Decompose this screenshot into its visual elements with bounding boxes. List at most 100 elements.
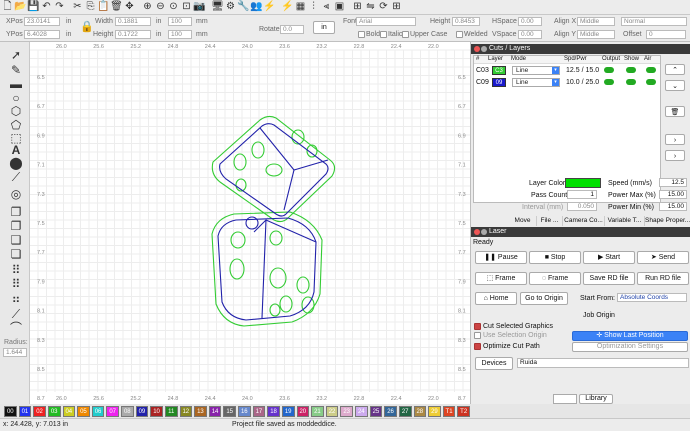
panel-tab[interactable]: File ... (537, 216, 563, 226)
camera-icon[interactable]: 📷 (193, 2, 205, 13)
redo-icon[interactable]: ↷ (54, 2, 65, 13)
circular-array-icon[interactable]: ⠿ (9, 277, 23, 291)
panel-tab[interactable]: Shape Proper... (645, 216, 690, 226)
palette-swatch[interactable]: 15 (223, 405, 236, 417)
interval-field[interactable]: 0.050 (567, 202, 597, 211)
mirror-icon[interactable]: ⇋ (365, 2, 376, 13)
height-percent-field[interactable]: 100 (168, 30, 192, 39)
new-file-icon[interactable]: 🗋 (2, 2, 13, 13)
grid-icon[interactable]: ⊞ (391, 2, 402, 13)
pen-icon[interactable]: ✎ (9, 63, 23, 77)
palette-swatch[interactable]: 02 (33, 405, 46, 417)
undo-icon[interactable]: ↶ (41, 2, 52, 13)
xpos-field[interactable]: 23.0141 (24, 17, 60, 26)
move-up-button[interactable]: ⌃ (665, 64, 685, 75)
uppercase-checkbox[interactable] (402, 31, 409, 38)
monitor-icon[interactable]: 🖥 (211, 2, 224, 13)
subtract-icon[interactable]: ❏ (9, 247, 23, 261)
close-icon[interactable] (474, 229, 480, 235)
tools-icon[interactable]: 🔧 (237, 2, 249, 13)
weld-icon[interactable]: ⚡ (263, 2, 275, 13)
node-edit-icon[interactable]: ⠶ (9, 292, 23, 306)
trim-icon[interactable]: ⟋ (9, 307, 23, 321)
use-selection-origin-checkbox[interactable] (474, 332, 481, 339)
power-min-field[interactable]: 15.00 (659, 202, 687, 211)
distribute-icon[interactable]: ⫷ (321, 2, 332, 13)
send-button[interactable]: ➤ Send (637, 251, 689, 264)
library-tab[interactable]: Library (579, 394, 613, 404)
palette-swatch[interactable]: 08 (121, 405, 134, 417)
palette-swatch[interactable]: 23 (340, 405, 353, 417)
close-icon[interactable] (474, 46, 480, 52)
measure-icon[interactable]: ⟋ (9, 170, 23, 184)
palette-swatch[interactable]: 19 (281, 405, 295, 417)
stop-button[interactable]: ■ Stop (529, 251, 581, 264)
delete-layer-icon[interactable]: 🗑 (665, 106, 685, 117)
text-tool-icon[interactable]: A (9, 143, 23, 157)
layer-color-chip[interactable]: C3 (492, 66, 506, 75)
unlabeled-tab[interactable] (553, 394, 577, 404)
palette-swatch[interactable]: 07 (106, 405, 119, 417)
palette-swatch[interactable]: 29 (428, 405, 441, 417)
group-icon[interactable]: ▣ (334, 2, 345, 13)
alignx-select[interactable]: Middle (577, 17, 615, 26)
move-down-button[interactable]: ⌄ (665, 80, 685, 91)
width-field[interactable]: 0.1881 (115, 17, 151, 26)
grid-array-icon[interactable]: ⠿ (9, 263, 23, 277)
copy-shape-icon[interactable]: ❐ (9, 219, 23, 233)
position-laser-icon[interactable]: ⬤ (9, 156, 23, 170)
palette-swatch[interactable]: 22 (325, 405, 339, 417)
mode-select[interactable]: Line ▾ (512, 66, 560, 75)
start-from-select[interactable]: Absolute Coords (617, 293, 687, 302)
welded-checkbox[interactable] (456, 31, 463, 38)
layers-icon[interactable]: ❐ (9, 205, 23, 219)
radius-field[interactable]: 1.644 (3, 348, 27, 357)
palette-swatch[interactable]: 06 (91, 405, 105, 417)
dock-icon[interactable]: ⊞ (352, 2, 363, 13)
users-icon[interactable]: 👥 (250, 2, 262, 13)
pause-button[interactable]: ❚❚ Pause (475, 251, 527, 264)
float-icon[interactable] (481, 229, 487, 235)
palette-swatch[interactable]: 17 (252, 405, 266, 417)
pass-count-field[interactable]: 1 (567, 190, 597, 199)
palette-swatch[interactable]: 24 (355, 405, 368, 417)
font-select[interactable]: Arial (356, 17, 416, 26)
vspace-field[interactable]: 0.00 (518, 30, 542, 39)
frame-button[interactable]: ⬚ Frame (475, 272, 527, 285)
show-toggle[interactable] (626, 79, 636, 85)
height-field[interactable]: 0.1722 (115, 30, 151, 39)
start-button[interactable]: ▶ Start (583, 251, 635, 264)
offset-field[interactable]: 0 (646, 30, 686, 39)
optimization-settings-button[interactable]: Optimization Settings (572, 342, 688, 352)
palette-swatch[interactable]: 21 (311, 405, 324, 417)
ellipse-icon[interactable]: ○ (9, 91, 23, 105)
palette-swatch[interactable]: 05 (77, 405, 90, 417)
palette-swatch[interactable]: 14 (208, 405, 222, 417)
mode-select[interactable]: Line ▾ (512, 78, 560, 87)
zoom-frame-icon[interactable]: ⊡ (181, 2, 192, 13)
union-icon[interactable]: ❑ (9, 233, 23, 247)
palette-swatch[interactable]: 28 (413, 405, 427, 417)
offset-icon[interactable]: ◎ (9, 187, 23, 201)
rubber-band-frame-button[interactable]: ◌ Frame (529, 272, 581, 285)
air-toggle[interactable] (646, 67, 656, 73)
select-arrow-icon[interactable]: ➚ (9, 48, 23, 62)
align-icon[interactable]: ⫶ (308, 2, 319, 13)
output-toggle[interactable] (604, 67, 614, 73)
palette-swatch[interactable]: 16 (238, 405, 251, 417)
ypos-field[interactable]: 6.4028 (24, 30, 60, 39)
paste-icon[interactable]: 📋 (97, 2, 109, 13)
hspace-field[interactable]: 0.00 (518, 17, 542, 26)
zoom-extents-icon[interactable]: ⊙ (168, 2, 179, 13)
layer-color-chip[interactable]: 09 (492, 78, 506, 87)
show-last-position-button[interactable]: ✛ Show Last Position (572, 331, 688, 341)
output-toggle[interactable] (604, 79, 614, 85)
rotate-field[interactable]: 0.0 (280, 25, 304, 34)
zoom-in-icon[interactable]: ⊕ (142, 2, 153, 13)
palette-swatch[interactable]: 18 (267, 405, 280, 417)
design-canvas[interactable]: 26.0 25.6 25.2 24.8 24.4 24.0 23.6 23.2 22.8 22.4… (30, 42, 470, 404)
save-rd-button[interactable]: Save RD file (583, 272, 635, 285)
copy-icon[interactable]: ⎘ (85, 2, 96, 13)
speed-field[interactable]: 12.5 (659, 178, 687, 187)
palette-swatch[interactable]: 09 (135, 405, 149, 417)
